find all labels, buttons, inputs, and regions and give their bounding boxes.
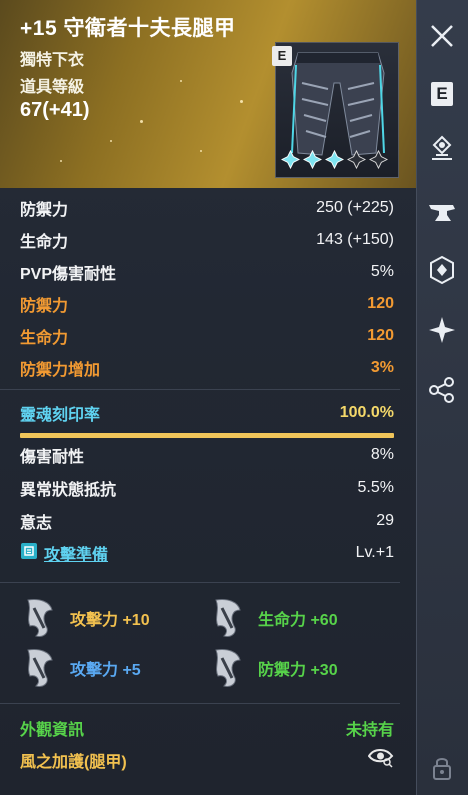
star-filled-icon: [281, 150, 300, 169]
divider: [0, 703, 400, 704]
equipped-badge: E: [272, 46, 292, 66]
stat-label: 生命力: [20, 234, 69, 251]
buff-text: 防禦力 +30: [258, 662, 338, 679]
soul-engrave-row: 靈魂刻印率 100.0%: [20, 401, 394, 425]
crest-icon: [210, 646, 246, 690]
skill-level: Lv.+1: [355, 544, 394, 561]
item-tooltip-panel: +15 守衛者十夫長腿甲 獨特下衣 道具等級 67(+41) E 防禦力 250…: [0, 0, 416, 795]
stat-label: PVP傷害耐性: [20, 266, 117, 283]
stat-row: PVP傷害耐性 5%: [20, 260, 394, 284]
stat-label: 防禦力增加: [20, 362, 101, 379]
soul-engrave-value: 100.0%: [339, 404, 394, 421]
stat-row: 異常狀態抵抗 5.5%: [20, 476, 394, 500]
crest-icon: [22, 646, 58, 690]
soul-engrave-label: 靈魂刻印率: [20, 407, 101, 424]
stat-value: 5%: [370, 263, 394, 280]
star-empty-icon: [347, 150, 366, 169]
soul-engrave-bar: [20, 433, 394, 438]
appearance-label: 外觀資訊: [20, 722, 85, 739]
stat-row: 生命力 143 (+150): [20, 228, 394, 252]
divider: [0, 389, 400, 390]
anvil-icon[interactable]: [426, 196, 458, 228]
stat-value: 3%: [370, 359, 394, 376]
stat-row: 防禦力 250 (+225): [20, 196, 394, 220]
divider: [0, 582, 400, 583]
lock-icon[interactable]: [426, 752, 458, 784]
item-header: +15 守衛者十夫長腿甲 獨特下衣 道具等級 67(+41) E: [0, 0, 416, 188]
stat-value: 120: [367, 295, 394, 312]
wind-protection-row: 風之加護(腿甲): [20, 746, 394, 773]
stat-row: 防禦力增加 3%: [20, 356, 394, 380]
skill-book-icon: [20, 542, 38, 565]
preview-eye-icon[interactable]: [367, 746, 394, 773]
stat-row: 傷害耐性 8%: [20, 443, 394, 467]
star-filled-icon: [303, 150, 322, 169]
buff-text: 攻擊力 +10: [70, 612, 150, 629]
stat-row: 防禦力 120: [20, 292, 394, 316]
stat-label: 生命力: [20, 330, 69, 347]
stat-value: 120: [367, 327, 394, 344]
stat-label: 防禦力: [20, 298, 69, 315]
item-type: 獨特下衣: [20, 52, 85, 69]
gem-socket-icon[interactable]: [426, 134, 458, 166]
skill-link[interactable]: 攻擊準備: [44, 541, 108, 565]
wind-protection-label: 風之加護(腿甲): [20, 753, 127, 771]
stat-row: 生命力 120: [20, 324, 394, 348]
skill-row: 攻擊準備 Lv.+1: [20, 541, 394, 565]
buff-item: 防禦力 +30: [210, 646, 338, 690]
crest-icon: [210, 596, 246, 640]
e-key-icon: E: [431, 82, 453, 106]
item-name: +15 守衛者十夫長腿甲: [20, 17, 236, 40]
enchant-stars: [281, 150, 388, 169]
stat-value: 8%: [370, 446, 394, 463]
close-icon[interactable]: [426, 20, 458, 52]
stat-value: 29: [376, 512, 394, 529]
skill-label-group: 攻擊準備: [20, 541, 108, 565]
buff-item: 攻擊力 +10: [22, 596, 150, 640]
item-level: 67(+41): [20, 99, 90, 121]
buff-item: 攻擊力 +5: [22, 646, 141, 690]
stat-label: 意志: [20, 515, 53, 532]
stat-label: 防禦力: [20, 202, 69, 219]
buff-text: 生命力 +60: [258, 612, 338, 629]
appearance-value: 未持有: [345, 722, 394, 739]
spark-star-icon[interactable]: [426, 314, 458, 346]
buff-item: 生命力 +60: [210, 596, 338, 640]
star-empty-icon: [369, 150, 388, 169]
soul-crest-icon[interactable]: [426, 254, 458, 286]
stat-label: 異常狀態抵抗: [20, 482, 117, 499]
stat-value: 250 (+225): [316, 199, 394, 216]
stat-row: 意志 29: [20, 509, 394, 533]
stat-value: 143 (+150): [316, 231, 394, 248]
star-filled-icon: [325, 150, 344, 169]
item-level-label: 道具等級: [20, 79, 85, 96]
appearance-row: 外觀資訊 未持有: [20, 716, 394, 740]
stat-label: 傷害耐性: [20, 449, 85, 466]
stat-value: 5.5%: [357, 479, 394, 496]
crest-icon: [22, 596, 58, 640]
buff-text: 攻擊力 +5: [70, 662, 141, 679]
equip-e-button[interactable]: E: [426, 78, 458, 110]
share-icon[interactable]: [426, 374, 458, 406]
